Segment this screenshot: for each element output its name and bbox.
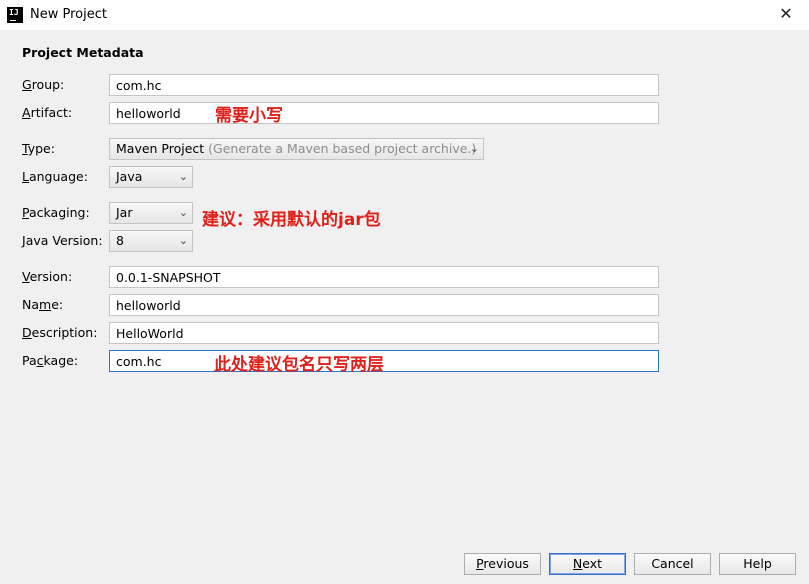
package-input[interactable]: [109, 350, 659, 372]
previous-button[interactable]: Previous: [464, 553, 541, 575]
artifact-annotation: 需要小写: [215, 106, 283, 126]
close-icon[interactable]: ✕: [771, 3, 801, 27]
group-input[interactable]: [109, 74, 659, 96]
version-label: Version:: [22, 269, 73, 284]
artifact-label: Artifact:: [22, 105, 73, 120]
packaging-select[interactable]: Jar ⌄: [109, 202, 193, 224]
type-select[interactable]: Maven Project (Generate a Maven based pr…: [109, 138, 484, 160]
packaging-annotation: 建议：采用默认的jar包: [202, 210, 381, 230]
language-label: Language:: [22, 169, 88, 184]
type-label: Type:: [22, 141, 55, 156]
window-title: New Project: [30, 7, 107, 22]
help-button[interactable]: Help: [719, 553, 796, 575]
package-label: Package:: [22, 353, 79, 368]
java-version-value: 8: [116, 233, 124, 248]
package-annotation: 此处建议包名只写两层: [214, 355, 384, 375]
chevron-down-icon: ⌄: [178, 170, 188, 183]
section-title: Project Metadata: [22, 45, 144, 60]
description-input[interactable]: [109, 322, 659, 344]
language-value: Java: [116, 169, 143, 184]
packaging-value: Jar: [116, 205, 133, 220]
chevron-down-icon: ⌄: [469, 142, 479, 155]
language-select[interactable]: Java ⌄: [109, 166, 193, 188]
window-titlebar: IJ New Project ✕: [0, 0, 809, 30]
group-label: Group:: [22, 77, 65, 92]
description-label: Description:: [22, 325, 98, 340]
cancel-button[interactable]: Cancel: [634, 553, 711, 575]
packaging-label: Packaging:: [22, 205, 90, 220]
version-input[interactable]: [109, 266, 659, 288]
name-input[interactable]: [109, 294, 659, 316]
java-version-select[interactable]: 8 ⌄: [109, 230, 193, 252]
type-hint: (Generate a Maven based project archive.…: [204, 141, 477, 156]
type-value: Maven Project: [116, 141, 205, 156]
java-version-label: Java Version:: [22, 233, 103, 248]
name-label: Name:: [22, 297, 64, 312]
intellij-icon: IJ: [7, 7, 23, 23]
artifact-input[interactable]: [109, 102, 659, 124]
chevron-down-icon: ⌄: [178, 234, 188, 247]
next-button[interactable]: Next: [549, 553, 626, 575]
chevron-down-icon: ⌄: [178, 206, 188, 219]
